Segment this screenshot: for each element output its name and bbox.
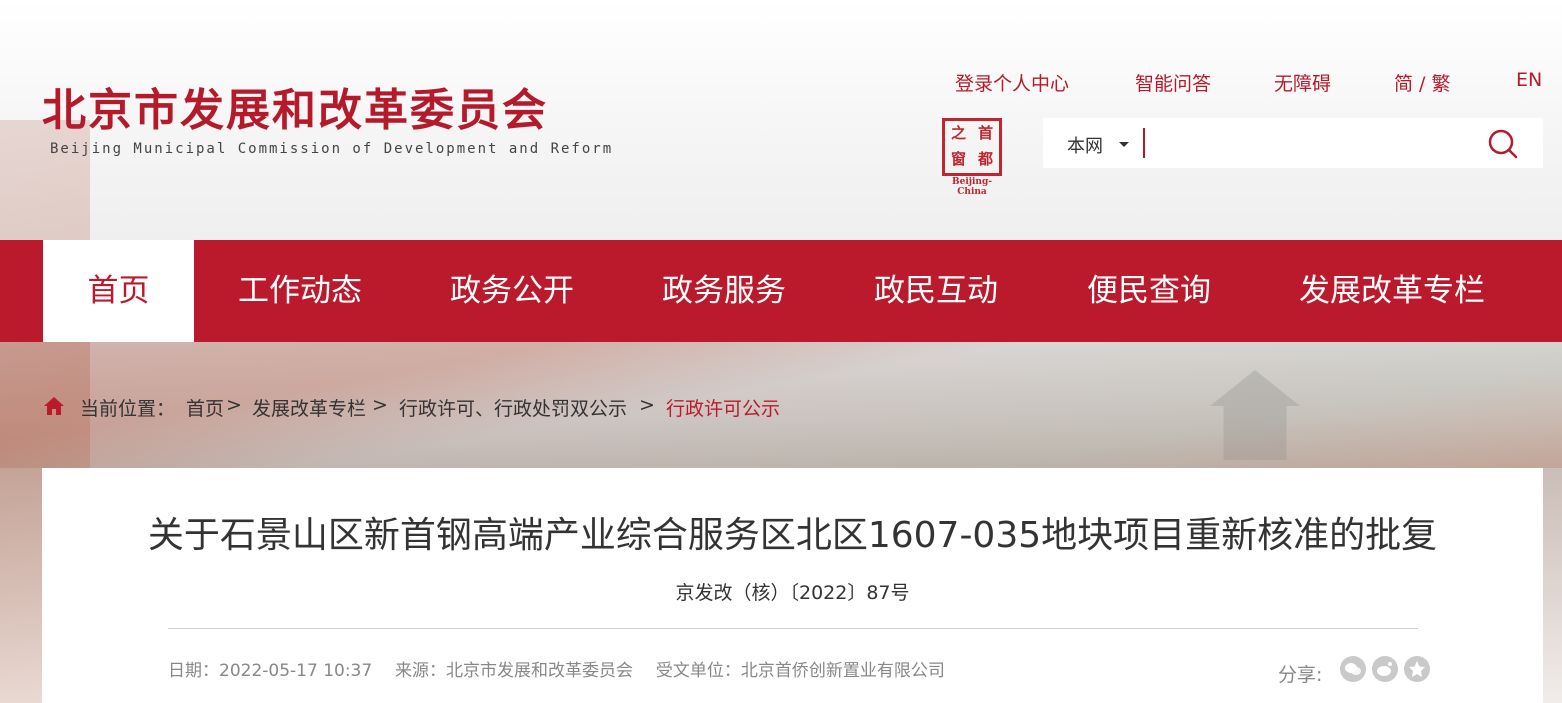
breadcrumb-separator: > — [372, 394, 388, 416]
weibo-icon[interactable] — [1372, 656, 1398, 682]
search-button[interactable] — [1483, 126, 1523, 162]
seal-char: 都 — [977, 150, 993, 168]
search-bar: 本网 — [1043, 118, 1543, 168]
publish-date: 2022-05-17 10:37 — [219, 661, 373, 681]
divider — [168, 628, 1418, 629]
source-value: 北京市发展和改革委员会 — [446, 661, 634, 681]
wechat-icon[interactable] — [1340, 656, 1366, 682]
seal-char: 之 — [950, 124, 966, 142]
site-header: 北京市发展和改革委员会 Beijing Municipal Commission… — [0, 0, 1562, 240]
breadcrumb-item-dual-publicity[interactable]: 行政许可、行政处罚双公示 — [399, 394, 627, 421]
recipient-label: 受文单位： — [655, 661, 741, 681]
article-title: 关于石景山区新首钢高端产业综合服务区北区1607-035地块项目重新核准的批复 — [147, 515, 1438, 556]
breadcrumb-item-home[interactable]: 首页 — [186, 394, 224, 421]
nav-item-work-news[interactable]: 工作动态 — [210, 240, 390, 342]
recipient-value: 北京首侨创新置业有限公司 — [740, 661, 945, 681]
logo-caption: Beijing-China — [952, 177, 992, 197]
nav-item-gov-affairs-open[interactable]: 政务公开 — [422, 240, 602, 342]
smart-qa-link[interactable]: 智能问答 — [1135, 69, 1211, 96]
main-nav: 首页 工作动态 政务公开 政务服务 政民互动 便民查询 发展改革专栏 — [0, 240, 1562, 342]
seal-char: 首 — [977, 124, 993, 142]
breadcrumb-separator: > — [226, 394, 242, 416]
capital-window-logo[interactable]: 之 首 窗 都 Beijing-China — [940, 118, 1004, 197]
site-subtitle: Beijing Municipal Commission of Developm… — [50, 141, 614, 157]
favorite-icon[interactable] — [1404, 656, 1430, 682]
search-icon — [1488, 129, 1518, 159]
english-link[interactable]: EN — [1516, 69, 1542, 91]
article-meta: 日期：2022-05-17 10:37 来源：北京市发展和改革委员会 受文单位：… — [168, 656, 945, 681]
breadcrumb-item-reform-column[interactable]: 发展改革专栏 — [252, 394, 366, 421]
home-icon[interactable] — [42, 394, 66, 418]
search-scope-select[interactable]: 本网 — [1067, 132, 1103, 158]
nav-item-interaction[interactable]: 政民互动 — [846, 240, 1026, 342]
breadcrumb-separator: > — [639, 394, 655, 416]
breadcrumb-label: 当前位置： — [80, 398, 176, 420]
logo-seal: 之 首 窗 都 — [942, 118, 1002, 176]
search-input[interactable] — [1143, 128, 1473, 158]
simplified-traditional-toggle[interactable]: 简 / 繁 — [1394, 69, 1450, 96]
nav-item-gov-services[interactable]: 政务服务 — [634, 240, 814, 342]
date-label: 日期： — [168, 661, 219, 681]
breadcrumb-item-current[interactable]: 行政许可公示 — [666, 394, 780, 421]
accessibility-link[interactable]: 无障碍 — [1274, 69, 1331, 96]
site-title[interactable]: 北京市发展和改革委员会 — [42, 74, 548, 138]
login-link[interactable]: 登录个人中心 — [955, 69, 1069, 96]
share-label: 分享: — [1278, 664, 1323, 686]
source-label: 来源： — [395, 661, 447, 681]
nav-item-home[interactable]: 首页 — [43, 240, 194, 342]
article-card: 关于石景山区新首钢高端产业综合服务区北区1607-035地块项目重新核准的批复 … — [42, 468, 1543, 703]
nav-item-public-query[interactable]: 便民查询 — [1059, 240, 1239, 342]
seal-char: 窗 — [950, 150, 966, 168]
document-number: 京发改（核）〔2022〕87号 — [675, 582, 910, 604]
chevron-down-icon[interactable] — [1119, 142, 1129, 147]
nav-item-reform-column[interactable]: 发展改革专栏 — [1280, 240, 1504, 342]
